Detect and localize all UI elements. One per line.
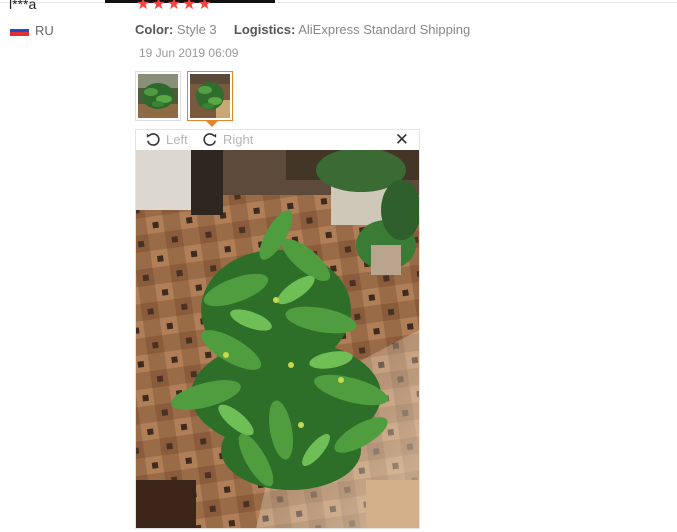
rotate-left-button[interactable]: Left	[145, 131, 188, 147]
photo-viewer: Left Right ✕	[135, 129, 420, 529]
star-icon: ★	[197, 0, 212, 13]
close-icon[interactable]: ✕	[395, 130, 409, 150]
rotate-left-icon	[146, 133, 160, 146]
star-icon: ★	[136, 0, 151, 13]
rotate-right-button[interactable]: Right	[202, 131, 253, 147]
rating-stars: ★ ★ ★ ★ ★	[136, 0, 213, 13]
reviewer-country: RU	[10, 23, 54, 38]
russia-flag-icon	[10, 25, 29, 37]
country-code: RU	[35, 23, 54, 38]
reviewer-name: l***a	[9, 0, 37, 12]
logistics-label: Logistics:	[233, 22, 296, 37]
order-info: Color: Style 3 Logistics: AliExpress Sta…	[135, 22, 470, 37]
viewer-toolbar: Left Right ✕	[136, 130, 419, 150]
star-icon: ★	[166, 0, 182, 13]
plant-photo	[136, 150, 419, 528]
plant-photo-thumbnail	[138, 74, 178, 118]
review-photo-thumbnail-selected[interactable]	[187, 71, 233, 127]
selected-indicator	[206, 121, 218, 127]
color-value: Style 3	[176, 22, 217, 37]
review-photo-thumbnail[interactable]	[135, 71, 181, 121]
review-thumbnails	[135, 71, 239, 127]
top-divider	[0, 2, 677, 3]
review-date: 19 Jun 2019 06:09	[139, 46, 239, 60]
rotate-right-label: Right	[223, 131, 254, 147]
star-icon: ★	[151, 0, 166, 13]
star-icon: ★	[182, 0, 197, 13]
rotate-left-label: Left	[166, 131, 188, 147]
color-label: Color:	[135, 22, 174, 37]
logistics-value: AliExpress Standard Shipping	[298, 22, 471, 37]
rotate-right-icon	[203, 133, 217, 146]
plant-photo-thumbnail	[190, 74, 230, 118]
